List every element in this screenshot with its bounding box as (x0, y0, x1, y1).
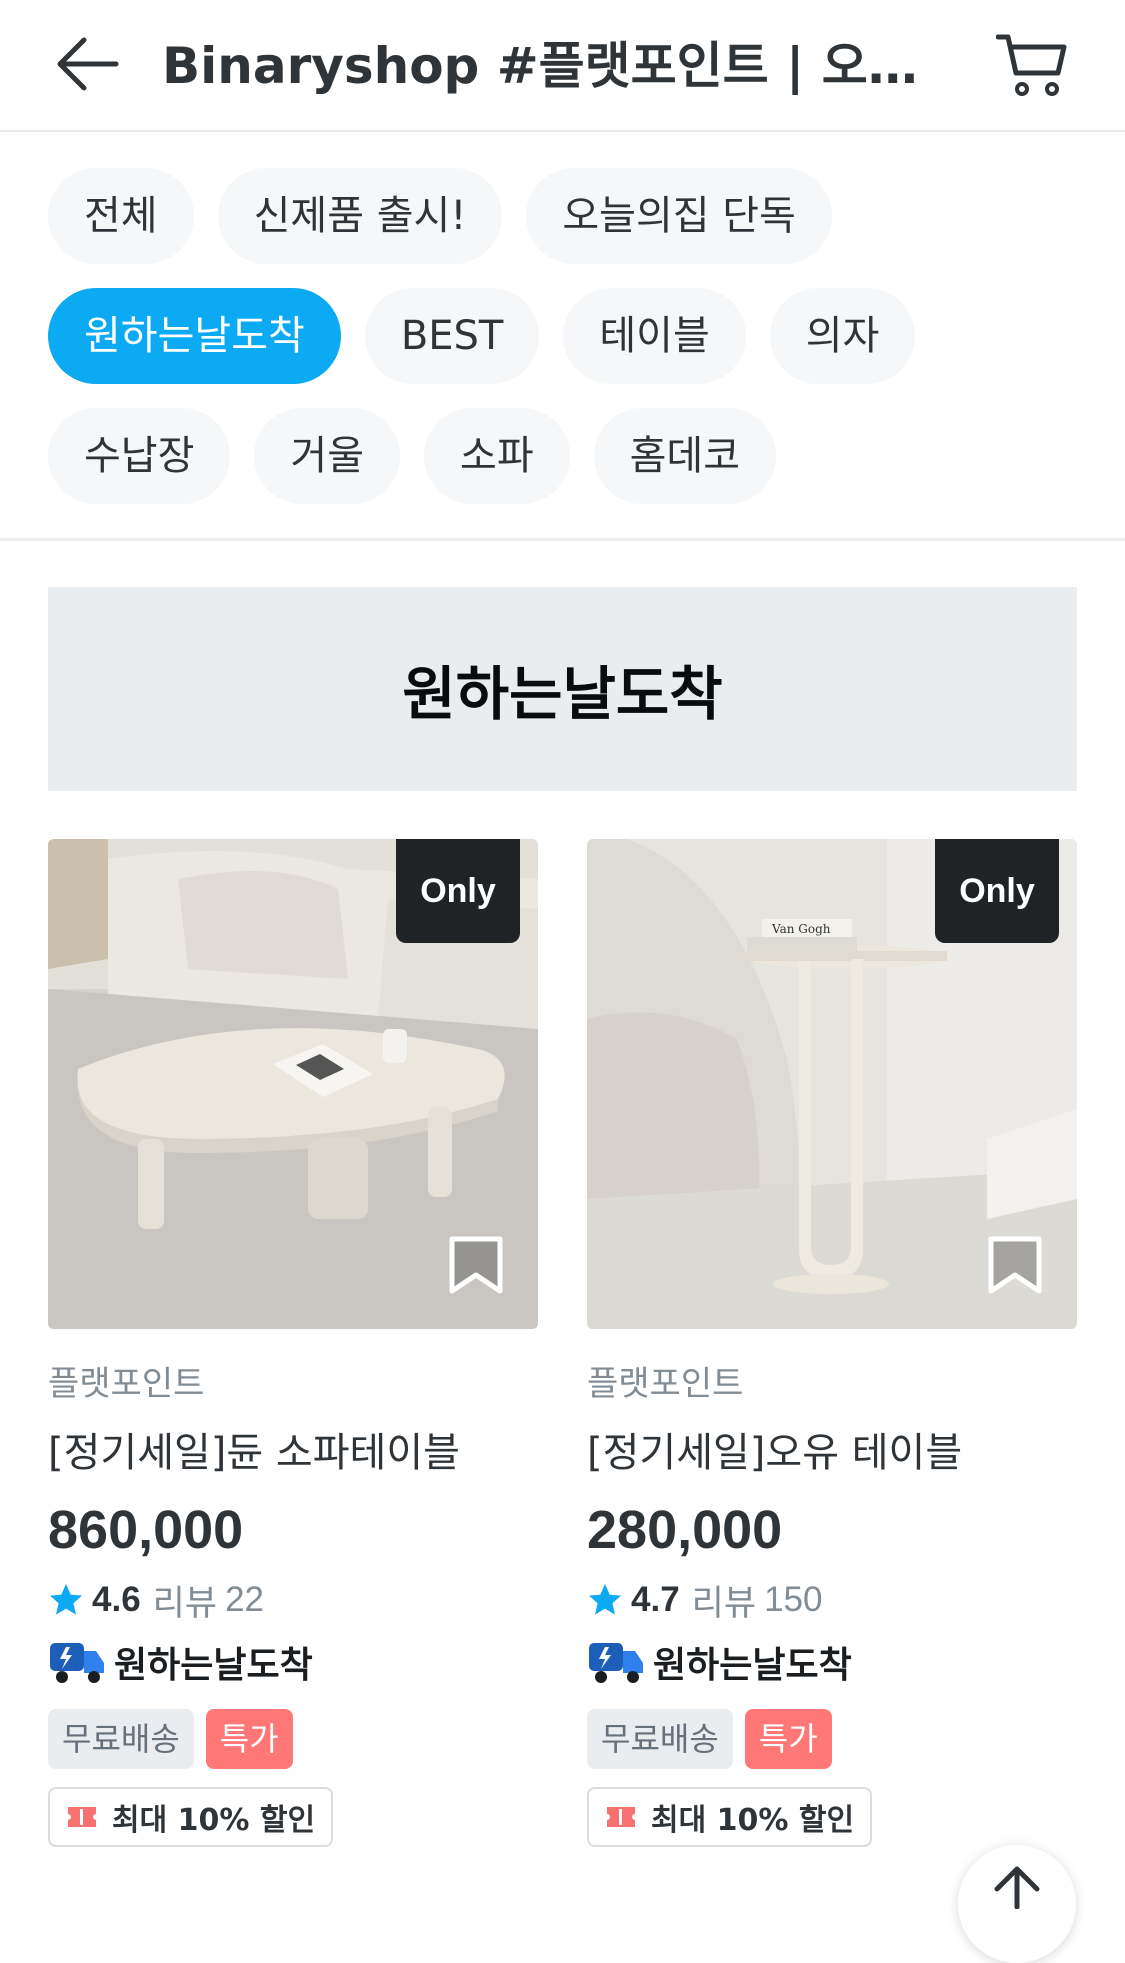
chip-exclusive[interactable]: 오늘의집 단독 (526, 168, 832, 264)
coupon-icon (68, 1807, 96, 1827)
delivery-badge: 원하는날도착 (587, 1637, 1077, 1687)
bookmark-icon[interactable] (448, 1235, 504, 1295)
chip-sofa[interactable]: 소파 (424, 408, 570, 504)
chip-best[interactable]: BEST (364, 288, 540, 384)
product-rating: 4.6 리뷰 22 (48, 1575, 538, 1625)
coupon-label: 최대 10% 할인 (651, 1803, 855, 1838)
svg-text:Van Gogh: Van Gogh (771, 922, 831, 936)
chip-chair[interactable]: 의자 (769, 288, 916, 384)
only-badge: Only (935, 839, 1059, 943)
star-icon (589, 1584, 621, 1615)
product-tags: 무료배송 특가 (587, 1709, 1077, 1769)
product-card[interactable]: Van Gogh Only 플랫포인트 [정기세일]오유 테이블 280,000… (587, 839, 1077, 1847)
top-app-bar: Binaryshop #플랫포인트 | 오늘의집 스토어 (0, 0, 1125, 132)
product-card[interactable]: Only 플랫포인트 [정기세일]듄 소파테이블 860,000 4.6 리뷰 … (48, 839, 538, 1847)
page-title: Binaryshop #플랫포인트 | 오늘의집 스토어 (162, 37, 962, 95)
delivery-label: 원하는날도착 (653, 1645, 852, 1686)
product-name[interactable]: [정기세일]듄 소파테이블 (48, 1423, 538, 1483)
scroll-top-button[interactable] (958, 1845, 1076, 1963)
chip-desired-date-delivery[interactable]: 원하는날도착 (48, 288, 341, 384)
arrow-left-icon (57, 37, 119, 91)
bookmark-icon[interactable] (987, 1235, 1043, 1295)
coupon-label: 최대 10% 할인 (112, 1803, 316, 1838)
section-divider (0, 538, 1125, 541)
product-brand: 플랫포인트 (48, 1364, 205, 1404)
product-image[interactable]: Only (48, 839, 538, 1329)
product-tags: 무료배송 특가 (48, 1709, 538, 1769)
product-image[interactable]: Van Gogh Only (587, 839, 1077, 1329)
product-price: 280,000 (587, 1500, 783, 1560)
chip-all[interactable]: 전체 (48, 168, 194, 264)
delivery-label: 원하는날도착 (114, 1645, 313, 1686)
review-label: 리뷰 (691, 1583, 757, 1624)
coupon-icon (607, 1807, 635, 1827)
product-name[interactable]: [정기세일]오유 테이블 (587, 1423, 1077, 1483)
back-button[interactable] (52, 28, 124, 100)
product-brand: 플랫포인트 (587, 1364, 744, 1404)
product-price: 860,000 (48, 1500, 244, 1560)
star-icon (50, 1584, 82, 1615)
arrow-up-icon (994, 1866, 1040, 1909)
product-rating: 4.7 리뷰 150 (587, 1575, 1077, 1625)
rating-value: 4.6 (92, 1580, 141, 1619)
chip-storage[interactable]: 수납장 (48, 408, 231, 504)
chip-mirror[interactable]: 거울 (254, 408, 401, 504)
chip-table[interactable]: 테이블 (563, 288, 746, 384)
special-price-tag: 특가 (744, 1709, 832, 1769)
free-shipping-tag: 무료배송 (587, 1709, 733, 1769)
truck-icon (50, 1643, 104, 1683)
coupon-badge: 최대 10% 할인 (48, 1787, 334, 1847)
section-banner: 원하는날도착 (48, 587, 1077, 791)
section-title: 원하는날도착 (402, 660, 723, 728)
review-count: 150 (764, 1580, 823, 1619)
chip-new-release[interactable]: 신제품 출시! (217, 168, 503, 264)
chip-home-deco[interactable]: 홈데코 (593, 408, 777, 504)
review-count: 22 (225, 1580, 264, 1619)
review-label: 리뷰 (152, 1583, 218, 1624)
only-badge: Only (396, 839, 520, 943)
delivery-badge: 원하는날도착 (48, 1637, 538, 1687)
cart-icon (996, 34, 1067, 96)
rating-value: 4.7 (631, 1580, 680, 1619)
truck-icon (589, 1643, 643, 1683)
free-shipping-tag: 무료배송 (48, 1709, 194, 1769)
coupon-badge: 최대 10% 할인 (587, 1787, 873, 1847)
special-price-tag: 특가 (205, 1709, 293, 1769)
cart-button[interactable] (990, 24, 1074, 108)
